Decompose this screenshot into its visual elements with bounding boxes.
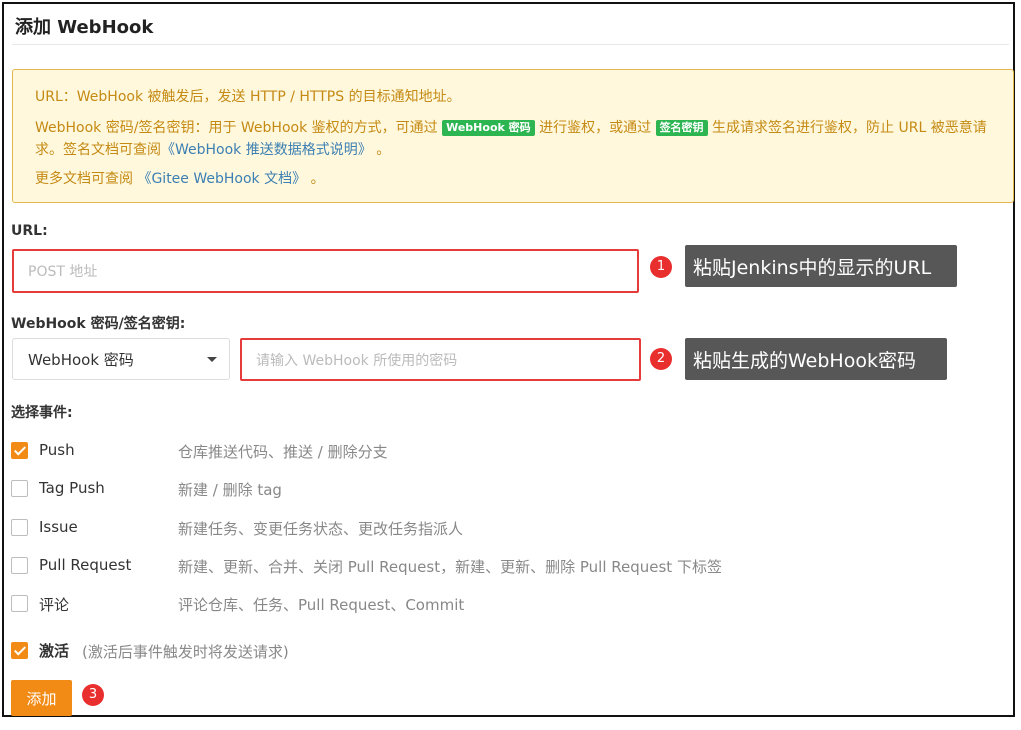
format-doc-link[interactable]: 《WebHook 推送数据格式说明》 — [161, 142, 372, 158]
notice-secret-line: WebHook 密码/签名密钥：用于 WebHook 鉴权的方式，可通过 Web… — [35, 117, 991, 161]
event-name-pull-request: Pull Request — [39, 556, 132, 574]
notice-text: 。 — [376, 142, 391, 158]
event-desc-issue: 新建任务、变更任务状态、更改任务指派人 — [178, 520, 464, 538]
sign-key-tag: 签名密钥 — [655, 120, 708, 136]
secret-placeholder: 请输入 WebHook 所使用的密码 — [256, 352, 458, 369]
event-desc-tag-push: 新建 / 删除 tag — [178, 481, 282, 499]
info-notice: URL：WebHook 被触发后，发送 HTTP / HTTPS 的目标通知地址… — [12, 69, 1014, 203]
url-label: URL: — [11, 223, 48, 239]
webhook-password-tag: WebHook 密码 — [442, 120, 535, 136]
notice-text: 进行鉴权，或通过 — [539, 120, 652, 136]
comment-checkbox[interactable] — [11, 595, 28, 612]
notice-text: WebHook 密码/签名密钥：用于 WebHook 鉴权的方式，可通过 — [35, 120, 438, 136]
event-name-comment: 评论 — [39, 596, 70, 614]
url-callout: 粘贴Jenkins中的显示的URL — [685, 245, 957, 287]
secret-label: WebHook 密码/签名密钥: — [11, 316, 186, 332]
secret-input[interactable]: 请输入 WebHook 所使用的密码 — [240, 338, 641, 381]
event-name-issue: Issue — [39, 518, 78, 536]
page-title: 添加 WebHook — [15, 17, 154, 38]
secret-type-value: WebHook 密码 — [28, 350, 134, 369]
url-placeholder: POST 地址 — [28, 264, 98, 280]
step-badge-2: 2 — [650, 348, 672, 370]
notice-url-line: URL：WebHook 被触发后，发送 HTTP / HTTPS 的目标通知地址… — [35, 89, 461, 105]
step-badge-1: 1 — [650, 256, 672, 278]
push-checkbox[interactable] — [11, 442, 28, 459]
url-input[interactable]: POST 地址 — [12, 249, 639, 293]
activate-hint: (激活后事件触发时将发送请求) — [82, 643, 289, 661]
add-button[interactable]: 添加 — [11, 680, 72, 716]
event-desc-push: 仓库推送代码、推送 / 删除分支 — [178, 443, 388, 461]
secret-callout: 粘贴生成的WebHook密码 — [685, 338, 947, 380]
event-name-tag-push: Tag Push — [39, 479, 105, 497]
pull-request-checkbox[interactable] — [11, 557, 28, 574]
tag-push-checkbox[interactable] — [11, 480, 28, 497]
chevron-down-icon — [207, 357, 217, 362]
gitee-doc-link[interactable]: 《Gitee WebHook 文档》 — [137, 171, 306, 187]
step-badge-3: 3 — [82, 684, 104, 706]
title-divider — [12, 44, 1009, 45]
notice-docs-line: 更多文档可查阅 《Gitee WebHook 文档》 。 — [35, 168, 991, 190]
events-label: 选择事件: — [11, 405, 73, 421]
event-name-push: Push — [39, 441, 75, 459]
issue-checkbox[interactable] — [11, 519, 28, 536]
notice-text: 。 — [310, 171, 325, 187]
activate-label: 激活 — [39, 642, 70, 660]
secret-type-select[interactable]: WebHook 密码 — [12, 338, 230, 380]
notice-text: 更多文档可查阅 — [35, 171, 133, 187]
activate-checkbox[interactable] — [11, 642, 28, 659]
event-desc-comment: 评论仓库、任务、Pull Request、Commit — [178, 596, 465, 614]
event-desc-pull-request: 新建、更新、合并、关闭 Pull Request，新建、更新、删除 Pull R… — [178, 558, 722, 576]
